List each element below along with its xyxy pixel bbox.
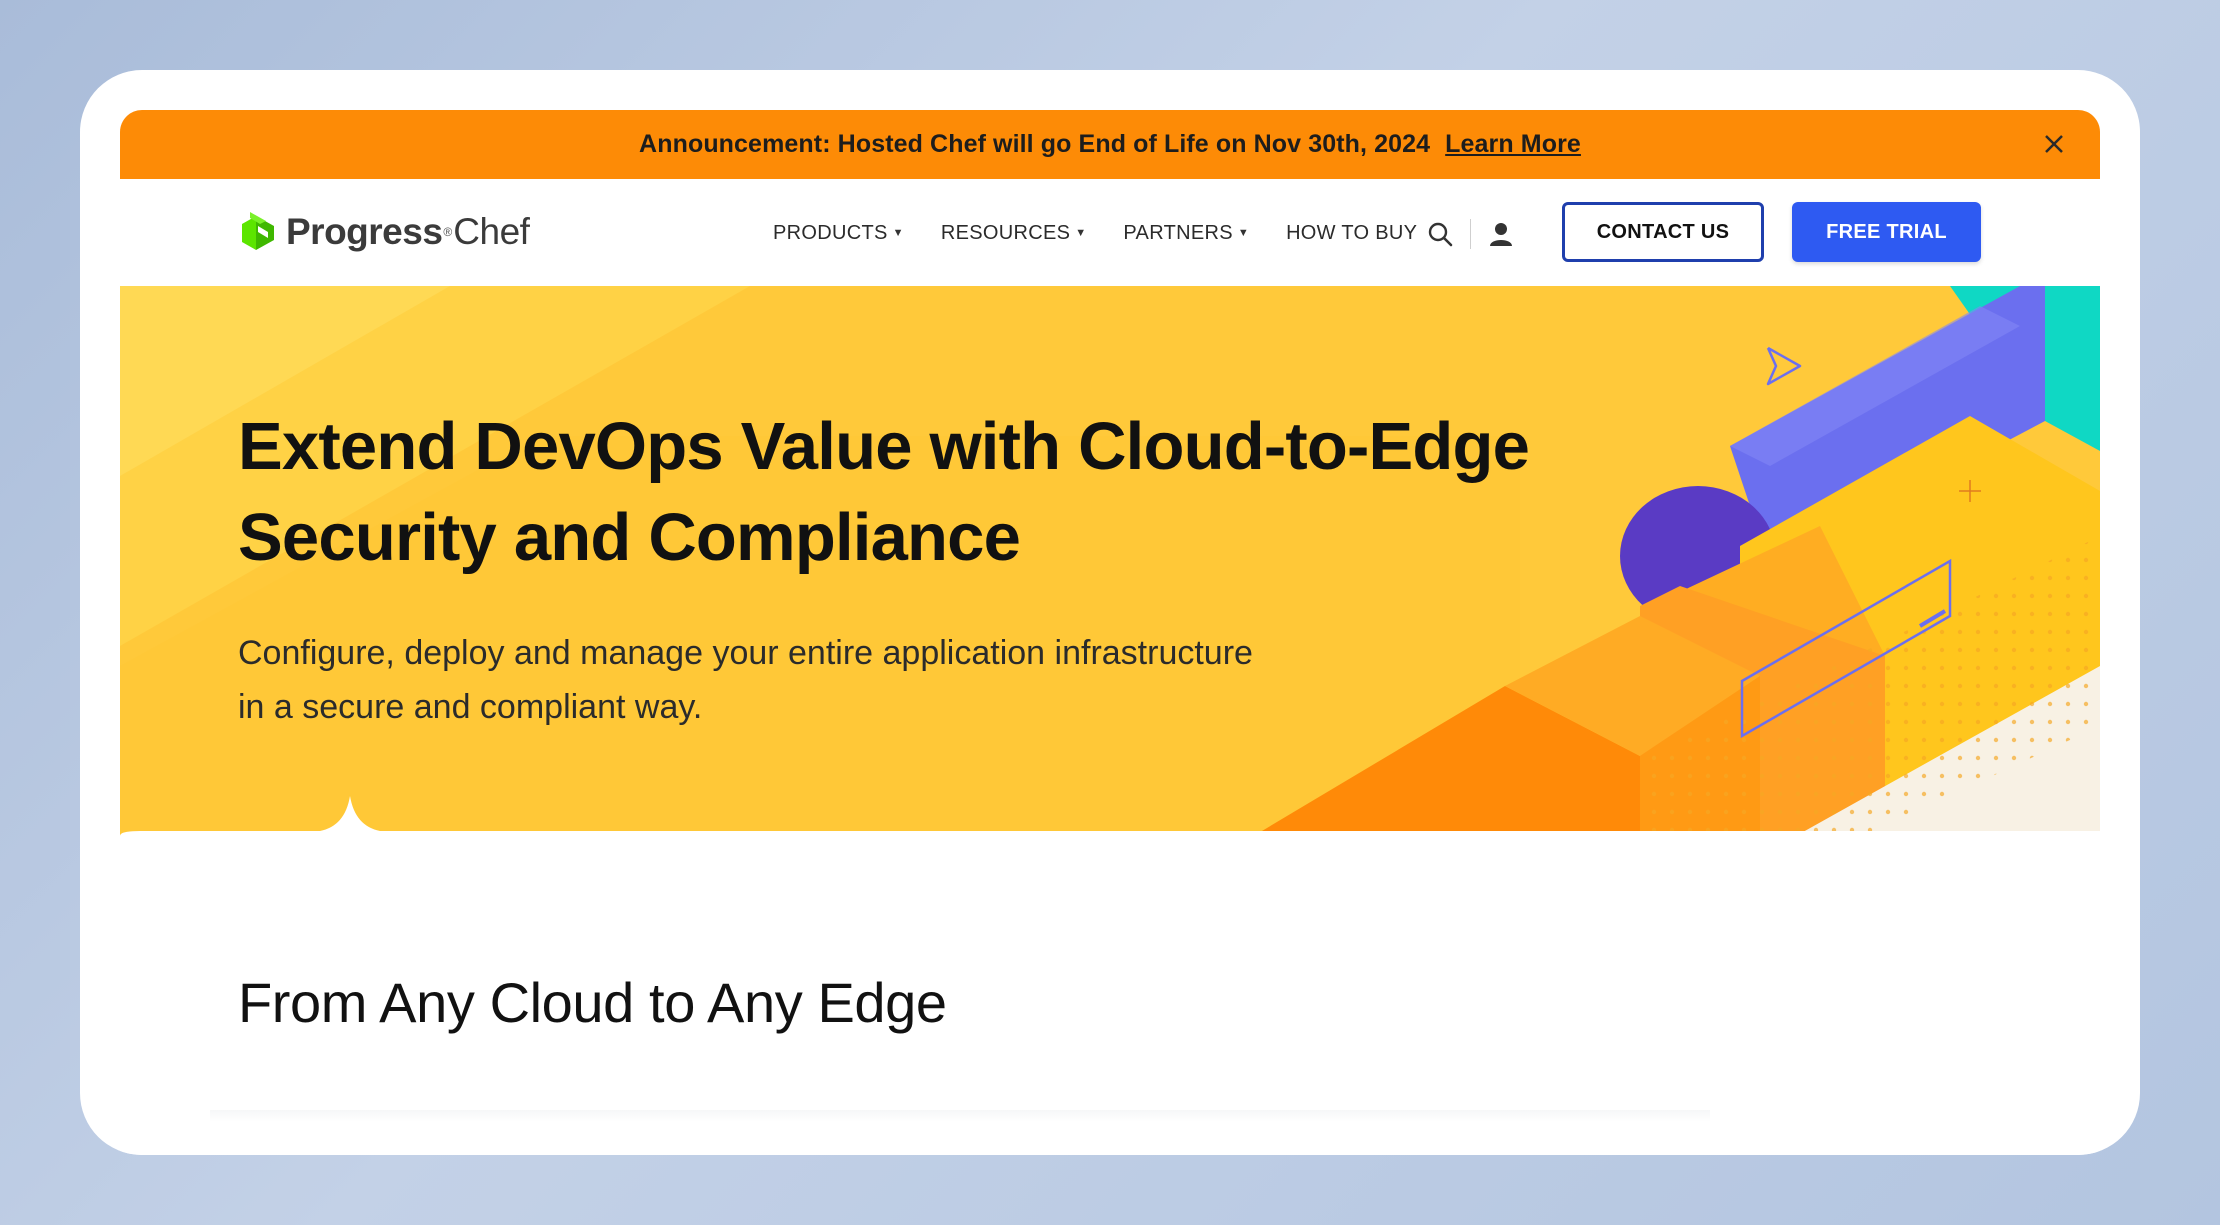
hero-subtitle-line-2: in a secure and compliant way. [238,688,703,726]
progress-logo-icon [242,212,274,250]
caret-down-icon: ▼ [892,227,904,239]
hero-banner: Extend DevOps Value with Cloud-to-Edge S… [120,286,2100,856]
hero-title-line-1: Extend DevOps Value with Cloud-to-Edge [238,409,1530,484]
nav-item-label: HOW TO BUY [1286,221,1418,244]
nav-item-products[interactable]: PRODUCTS ▼ [773,222,904,245]
logo-product-text: Chef [453,211,530,252]
caret-down-icon: ▼ [1237,227,1250,239]
website: Announcement: Hosted Chef will go End of… [120,110,2100,1155]
nav-item-resources[interactable]: RESOURCES ▼ [941,222,1087,245]
nav-item-partners[interactable]: PARTNERS ▼ [1123,222,1249,245]
hero-subtitle-line-1: Configure, deploy and manage your entire… [238,634,1253,672]
announcement-text-wrap: Announcement: Hosted Chef will go End of… [639,130,1581,159]
nav-divider [1470,219,1471,249]
hero-title: Extend DevOps Value with Cloud-to-Edge S… [238,401,1538,583]
nav-item-label: PARTNERS [1123,221,1233,244]
nav-item-label: RESOURCES [940,221,1071,244]
section-title: From Any Cloud to Any Edge [238,971,947,1034]
learn-more-link[interactable]: Learn More [1445,130,1581,158]
caret-down-icon: ▼ [1075,227,1087,239]
user-icon[interactable] [1486,219,1516,249]
main-nav: Progress ® Chef PRODUCTS ▼ RESOURCES ▼ P… [120,179,2100,286]
contact-us-button[interactable]: CONTACT US [1562,202,1764,262]
announcement-text: Announcement: Hosted Chef will go End of… [639,130,1431,158]
nav-item-how-to-buy[interactable]: HOW TO BUY [1286,222,1417,245]
search-icon[interactable] [1425,219,1455,249]
logo-registered-mark: ® [443,225,453,239]
browser-card: Announcement: Hosted Chef will go End of… [80,70,2140,1155]
hero-title-line-2: Security and Compliance [238,500,1021,575]
section-divider [210,1110,1710,1122]
logo-brand-text: Progress [286,211,443,252]
nav-icons [1425,217,1516,251]
nav-item-label: PRODUCTS [773,221,888,244]
hero-subtitle: Configure, deploy and manage your entire… [238,626,1338,734]
close-icon[interactable] [2038,128,2070,160]
announcement-bar: Announcement: Hosted Chef will go End of… [120,110,2100,179]
progress-chef-logo[interactable]: Progress ® Chef [238,205,530,259]
nav-menu: PRODUCTS ▼ RESOURCES ▼ PARTNERS ▼ HOW TO… [773,213,1454,253]
free-trial-button[interactable]: FREE TRIAL [1792,202,1981,262]
